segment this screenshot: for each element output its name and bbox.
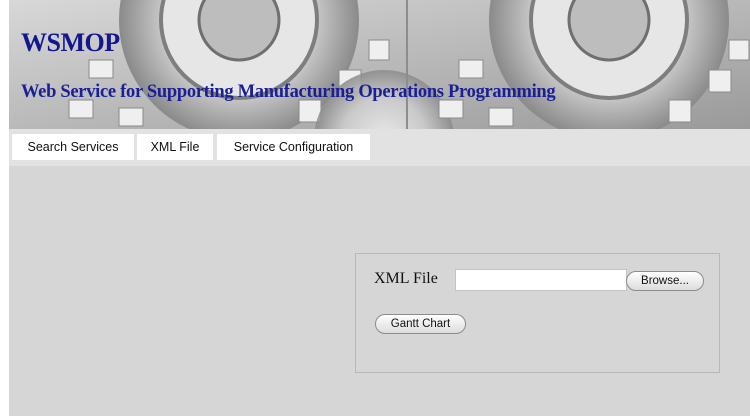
tab-xml-file[interactable]: XML File <box>137 134 213 160</box>
header-banner: WSMOP Web Service for Supporting Manufac… <box>9 0 750 129</box>
xml-file-label: XML File <box>374 270 438 287</box>
site-title: WSMOP <box>21 28 120 57</box>
gears-image <box>9 0 750 129</box>
nav-bar: Search Services XML File Service Configu… <box>9 129 750 166</box>
xml-file-input[interactable] <box>455 269 627 291</box>
tab-search-services[interactable]: Search Services <box>12 134 134 160</box>
gantt-chart-button[interactable]: Gantt Chart <box>375 314 466 334</box>
tab-service-configuration[interactable]: Service Configuration <box>217 134 370 160</box>
upload-form-panel: XML File Browse... Gantt Chart <box>355 253 720 373</box>
main-content: XML File Browse... Gantt Chart <box>9 166 750 416</box>
browse-button[interactable]: Browse... <box>626 271 704 291</box>
site-subtitle: Web Service for Supporting Manufacturing… <box>21 82 556 102</box>
